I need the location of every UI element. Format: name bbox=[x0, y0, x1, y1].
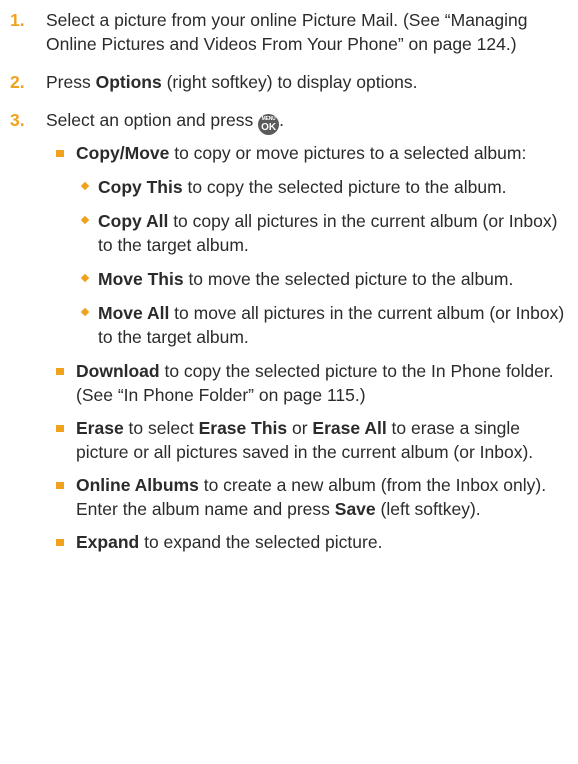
options-key-label: Options bbox=[95, 72, 162, 92]
suboption-label: Copy This bbox=[98, 177, 183, 197]
option-description: to copy or move pictures to a selected a… bbox=[169, 143, 527, 163]
square-bullet-icon bbox=[56, 539, 64, 546]
option-description: to select bbox=[123, 418, 199, 438]
save-key-label: Save bbox=[334, 499, 376, 519]
erase-this-label: Erase This bbox=[198, 418, 288, 438]
option-online-albums: Online Albums to create a new album (fro… bbox=[46, 473, 568, 521]
step-text: Press Options (right softkey) to display… bbox=[46, 70, 568, 94]
diamond-bullet-icon bbox=[80, 215, 90, 225]
suboption-label: Copy All bbox=[98, 211, 169, 231]
suboption-copy-all: Copy All to copy all pictures in the cur… bbox=[76, 209, 568, 257]
step-text-prefix: Press bbox=[46, 72, 96, 92]
square-bullet-icon bbox=[56, 150, 64, 157]
option-description: to expand the selected picture. bbox=[139, 532, 383, 552]
option-description: or bbox=[287, 418, 313, 438]
step-3: 3. Select an option and press MENU OK. Co… bbox=[10, 108, 568, 563]
erase-all-label: Erase All bbox=[312, 418, 387, 438]
step-text-prefix: Select an option and press bbox=[46, 110, 259, 130]
option-expand: Expand to expand the selected picture. bbox=[46, 530, 568, 554]
suboption-label: Move This bbox=[98, 269, 184, 289]
square-bullet-icon bbox=[56, 425, 64, 432]
step-number: 1. bbox=[10, 10, 25, 30]
menu-ok-key-icon-bottom: OK bbox=[261, 122, 277, 133]
option-list: Copy/Move to copy or move pictures to a … bbox=[46, 141, 568, 554]
step-number: 2. bbox=[10, 72, 25, 92]
square-bullet-icon bbox=[56, 482, 64, 489]
menu-ok-key-icon: MENU OK bbox=[258, 114, 280, 135]
suboption-description: to copy the selected picture to the albu… bbox=[182, 177, 507, 197]
step-text: Select an option and press MENU OK. Copy/… bbox=[46, 108, 568, 563]
copy-move-suboptions: Copy This to copy the selected picture t… bbox=[76, 175, 568, 349]
step-text-suffix: (right softkey) to display options. bbox=[161, 72, 418, 92]
step-text-suffix: . bbox=[279, 110, 284, 130]
manual-page: 1. Select a picture from your online Pic… bbox=[0, 0, 578, 563]
suboption-copy-this: Copy This to copy the selected picture t… bbox=[76, 175, 568, 199]
diamond-bullet-icon bbox=[80, 307, 90, 317]
option-copy-move: Copy/Move to copy or move pictures to a … bbox=[46, 141, 568, 349]
option-label: Erase bbox=[76, 418, 124, 438]
step-text: Select a picture from your online Pictur… bbox=[46, 10, 528, 54]
suboption-move-this: Move This to move the selected picture t… bbox=[76, 267, 568, 291]
diamond-bullet-icon bbox=[80, 273, 90, 283]
option-erase: Erase to select Erase This or Erase All … bbox=[46, 416, 568, 464]
step-number: 3. bbox=[10, 110, 25, 130]
option-label: Online Albums bbox=[76, 475, 199, 495]
step-2: 2. Press Options (right softkey) to disp… bbox=[10, 70, 568, 94]
option-label: Expand bbox=[76, 532, 140, 552]
option-label: Download bbox=[76, 361, 160, 381]
square-bullet-icon bbox=[56, 368, 64, 375]
suboption-move-all: Move All to move all pictures in the cur… bbox=[76, 301, 568, 349]
option-download: Download to copy the selected picture to… bbox=[46, 359, 568, 407]
suboption-label: Move All bbox=[98, 303, 170, 323]
option-description: (left softkey). bbox=[375, 499, 481, 519]
step-1: 1. Select a picture from your online Pic… bbox=[10, 8, 568, 56]
option-label: Copy/Move bbox=[76, 143, 170, 163]
diamond-bullet-icon bbox=[80, 181, 90, 191]
suboption-description: to move the selected picture to the albu… bbox=[183, 269, 514, 289]
